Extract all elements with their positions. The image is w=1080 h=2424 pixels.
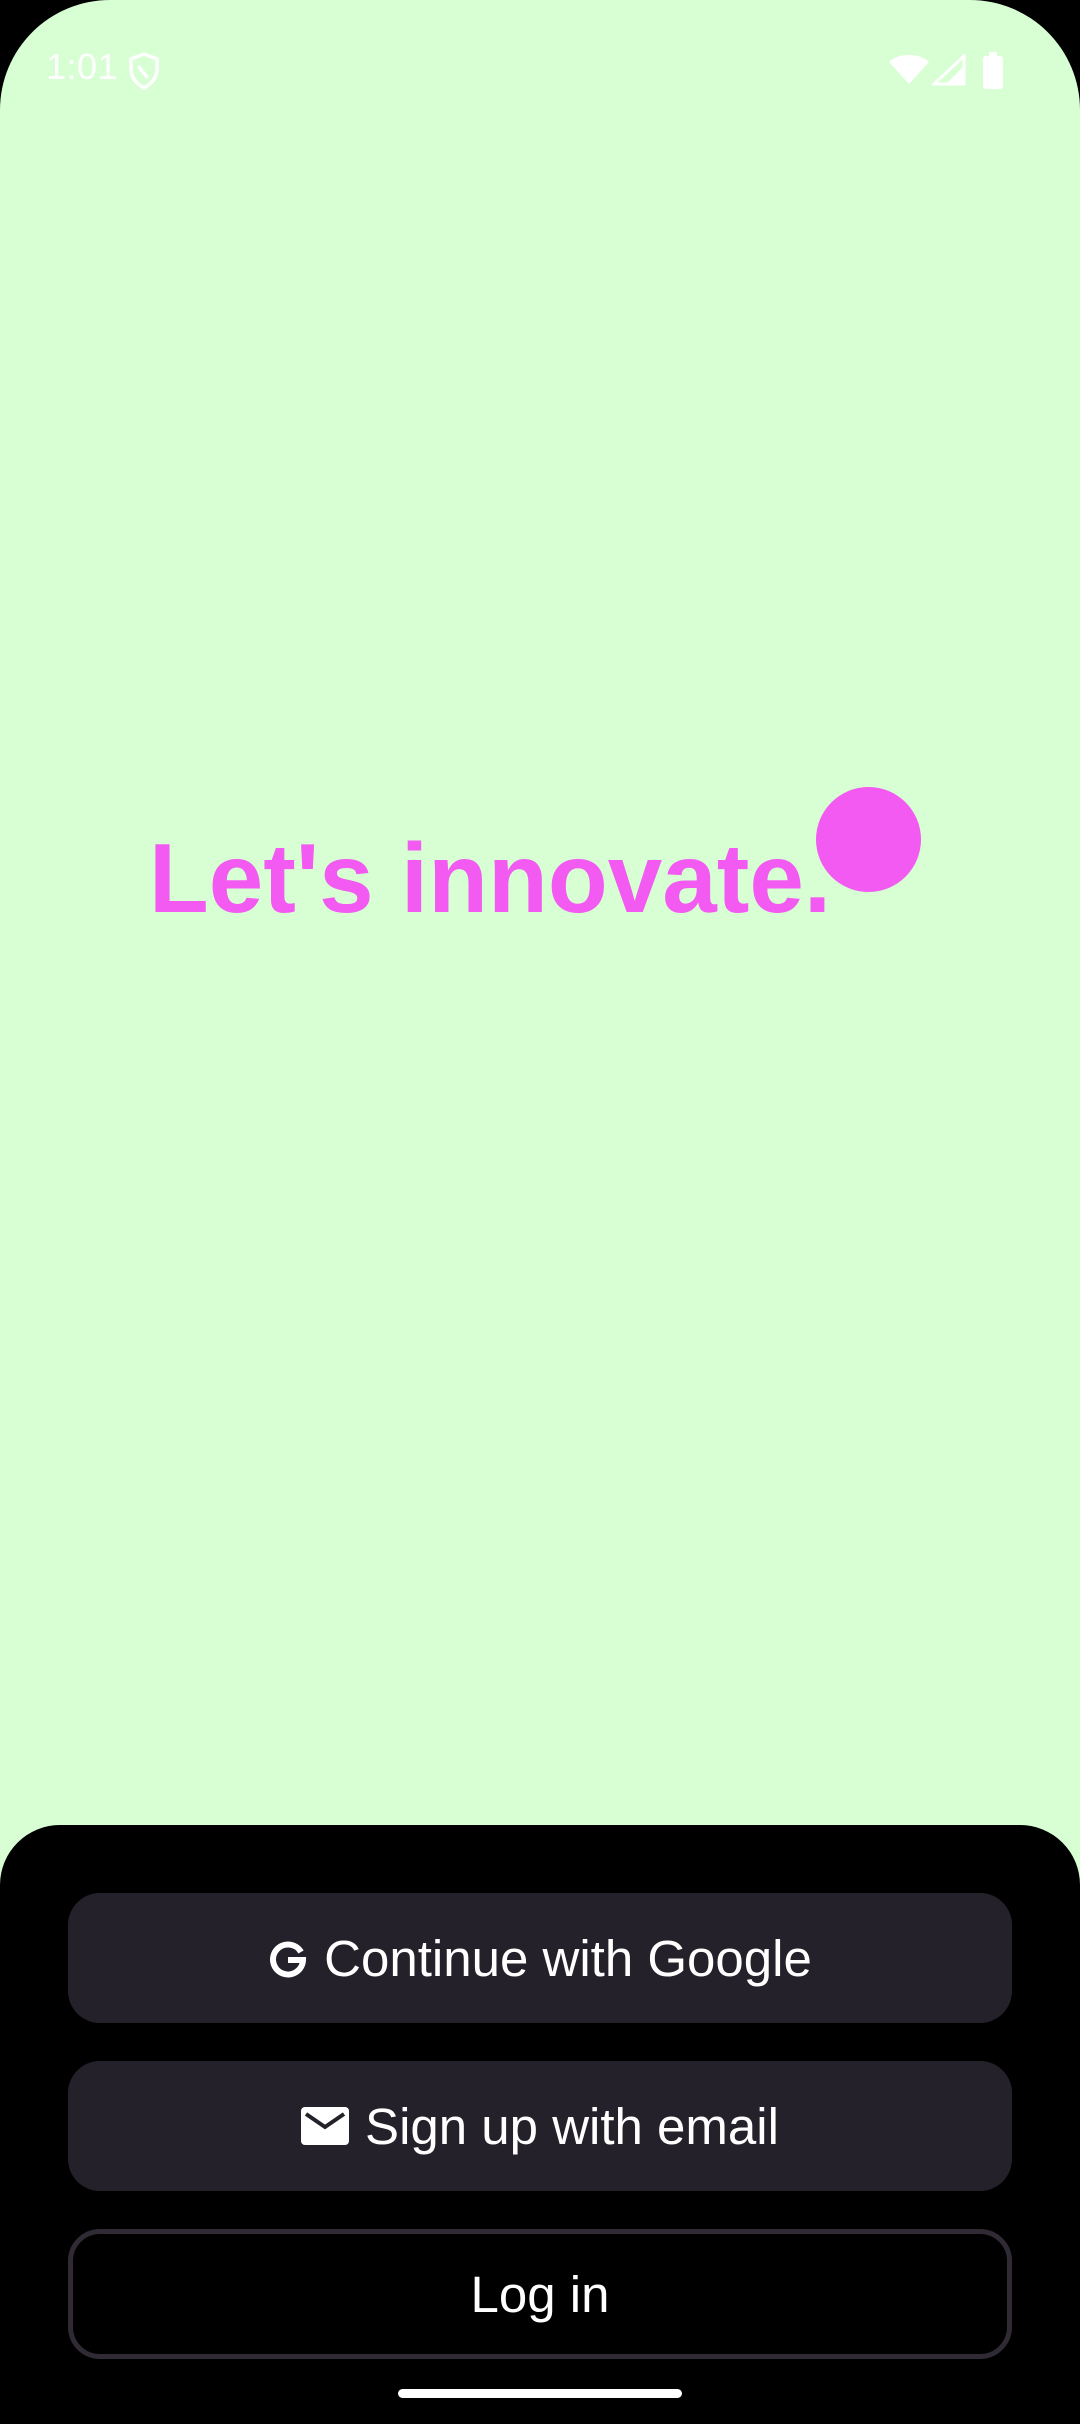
signal-icon: [932, 54, 966, 86]
continue-with-google-label: Continue with Google: [324, 1929, 812, 1987]
battery-icon: [983, 52, 1003, 89]
welcome-screen: 1:01 Let's innovate. Continue with Googl…: [0, 0, 1080, 2424]
accent-dot: [816, 787, 921, 892]
google-g-icon: [270, 1941, 307, 1978]
wifi-icon: [889, 55, 929, 84]
status-time: 1:01: [46, 46, 119, 87]
sign-up-with-email-button[interactable]: Sign up with email: [68, 2061, 1012, 2191]
shield-icon: [129, 52, 159, 90]
log-in-button[interactable]: Log in: [68, 2229, 1012, 2359]
status-bar: 1:01: [0, 0, 1080, 140]
continue-with-google-button[interactable]: Continue with Google: [68, 1893, 1012, 2023]
home-indicator[interactable]: [398, 2389, 682, 2398]
mail-icon: [301, 2107, 350, 2145]
sign-up-with-email-label: Sign up with email: [365, 2097, 779, 2155]
log-in-label: Log in: [470, 2265, 610, 2323]
